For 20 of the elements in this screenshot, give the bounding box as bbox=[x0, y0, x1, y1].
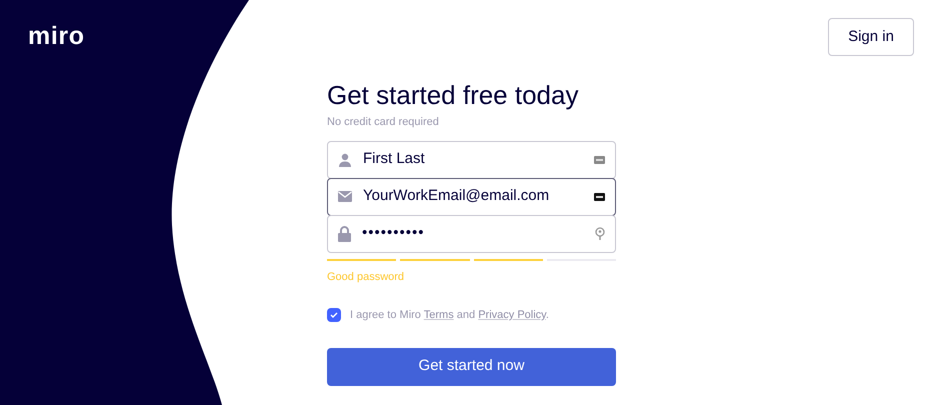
check-icon bbox=[330, 312, 338, 318]
field-value: First Last bbox=[363, 149, 426, 170]
card-icon[interactable] bbox=[594, 192, 605, 200]
lock-icon bbox=[338, 226, 351, 242]
password-hint: Good password bbox=[327, 270, 406, 284]
field-value: YourWorkEmail@email.com bbox=[363, 186, 550, 206]
field-value: •••••••••• bbox=[362, 223, 426, 244]
agreement-text: I agree to Miro Terms and Privacy Policy. bbox=[350, 308, 549, 323]
input-field[interactable]: •••••••••• bbox=[327, 214, 616, 252]
key-icon[interactable] bbox=[595, 227, 605, 240]
subtitle: No credit card required bbox=[327, 115, 440, 130]
mail-icon bbox=[338, 191, 352, 202]
logo[interactable]: miro bbox=[28, 18, 85, 56]
get-started-button[interactable]: Get started now bbox=[327, 348, 616, 386]
input-field[interactable]: First Last bbox=[327, 140, 616, 178]
checkbox[interactable] bbox=[327, 308, 341, 322]
page-title: Get started free today bbox=[327, 79, 580, 111]
input-field[interactable]: YourWorkEmail@email.com bbox=[327, 178, 616, 216]
sign-in-button[interactable]: Sign in bbox=[828, 18, 914, 56]
person-icon bbox=[338, 152, 352, 166]
